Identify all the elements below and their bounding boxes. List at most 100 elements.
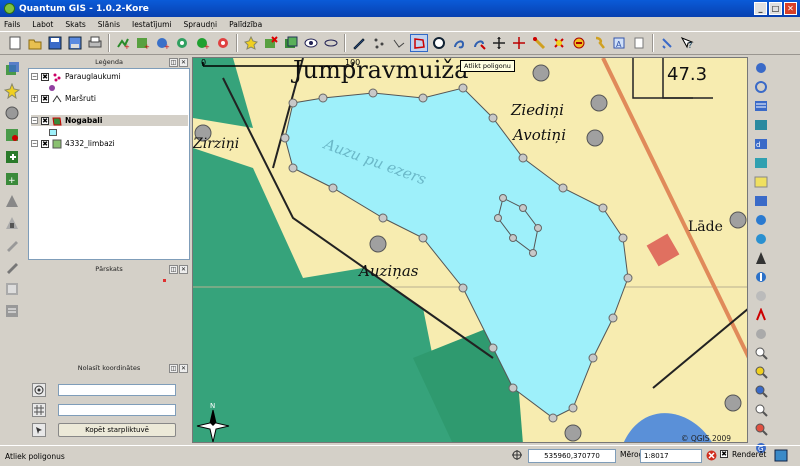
expand-icon[interactable]: + — [31, 95, 38, 102]
coord-toggle-icon[interactable] — [511, 449, 523, 461]
plugin-l-icon[interactable] — [752, 269, 770, 285]
plugin-g-icon[interactable] — [752, 174, 770, 190]
plugin-a-icon[interactable] — [752, 60, 770, 76]
plugin-f-icon[interactable] — [752, 155, 770, 171]
add-ring-icon[interactable] — [490, 34, 508, 52]
legend-layer-marsruti[interactable]: + ✖ Maršruti — [31, 93, 96, 104]
expand-icon[interactable]: − — [31, 73, 38, 80]
coordinate-display[interactable]: 535960,370770 — [528, 449, 616, 463]
legend-float-button[interactable]: ◫ — [169, 58, 178, 67]
menu-edit[interactable]: Labot — [32, 20, 53, 29]
identify-icon[interactable]: A — [610, 34, 628, 52]
layer-checkbox[interactable]: ✖ — [41, 116, 49, 125]
measure-icon[interactable] — [658, 34, 676, 52]
plugin-s-icon[interactable] — [752, 421, 770, 437]
open-project-icon[interactable] — [26, 34, 44, 52]
plugin-p-icon[interactable] — [752, 364, 770, 380]
add-postgis-layer-icon[interactable] — [3, 104, 21, 122]
split-feature-icon[interactable] — [450, 34, 468, 52]
new-project-icon[interactable] — [6, 34, 24, 52]
add-wfs-icon[interactable] — [3, 214, 21, 232]
expand-icon[interactable]: − — [31, 140, 38, 147]
plugin-m-icon[interactable] — [752, 288, 770, 304]
coord-float-button[interactable]: ◫ — [169, 364, 178, 373]
plugin-b-icon[interactable] — [752, 79, 770, 95]
plugin-r-icon[interactable] — [752, 402, 770, 418]
overview-float-button[interactable]: ◫ — [169, 265, 178, 274]
capture-polygon-icon[interactable] — [410, 34, 428, 52]
menu-help[interactable]: Palīdzība — [229, 20, 262, 29]
map-svg[interactable]: Jumpravmuiža Ziediņi Avotiņi Auzu pu eze… — [193, 58, 748, 443]
menu-settings[interactable]: Iestatījumi — [132, 20, 172, 29]
capture-pointer-icon[interactable] — [32, 423, 46, 437]
add-spatialite-icon[interactable] — [3, 192, 21, 210]
zoom-in-icon[interactable] — [550, 34, 568, 52]
crs-icon[interactable] — [32, 383, 46, 397]
coord-field-2[interactable] — [58, 404, 176, 416]
save-project-icon[interactable] — [46, 34, 64, 52]
layer-properties-icon[interactable] — [3, 302, 21, 320]
plugin-e-icon[interactable]: d — [752, 136, 770, 152]
overview-close-button[interactable]: ✕ — [179, 265, 188, 274]
projection-icon[interactable] — [774, 449, 788, 462]
legend-tree[interactable]: − ✖ Paraugl­aukumi + ✖ Maršruti − ✖ Noga… — [28, 68, 190, 260]
plugin-j-icon[interactable] — [752, 231, 770, 247]
map-canvas[interactable]: Jumpravmuiža Ziediņi Avotiņi Auzu pu eze… — [192, 57, 748, 443]
render-checkbox[interactable]: ✖ — [720, 450, 728, 458]
pan-icon[interactable] — [530, 34, 548, 52]
show-all-icon[interactable] — [282, 34, 300, 52]
layer-checkbox[interactable]: ✖ — [41, 94, 49, 103]
add-wms-layer-icon[interactable] — [3, 126, 21, 144]
plugin-k-icon[interactable] — [752, 250, 770, 266]
add-to-overview-icon[interactable] — [242, 34, 260, 52]
select-icon[interactable] — [630, 34, 648, 52]
add-vector-layer-icon[interactable] — [3, 60, 21, 78]
move-feature-icon[interactable] — [430, 34, 448, 52]
remove-layer-icon[interactable] — [262, 34, 280, 52]
expand-icon[interactable]: − — [31, 117, 38, 124]
scale-input[interactable]: 1:8017 — [640, 449, 702, 463]
grid-icon[interactable] — [32, 403, 46, 417]
legend-close-button[interactable]: ✕ — [179, 58, 188, 67]
add-delimited-text-icon[interactable]: + — [3, 170, 21, 188]
maximize-button[interactable]: □ — [769, 2, 782, 15]
menu-layer[interactable]: Slānis — [98, 20, 120, 29]
close-button[interactable]: ✕ — [784, 2, 797, 15]
menu-file[interactable]: Fails — [4, 20, 20, 29]
add-raster-layer-icon[interactable] — [3, 82, 21, 100]
digitize-tool-icon[interactable] — [3, 258, 21, 276]
hide-all-icon[interactable] — [302, 34, 320, 52]
layer-checkbox[interactable]: ✖ — [41, 72, 49, 81]
layer-checkbox[interactable]: ✖ — [41, 139, 49, 148]
legend-layer-4332-limbazi[interactable]: − ✖ 4332_limbazi — [31, 138, 115, 149]
plugin-c-icon[interactable] — [752, 98, 770, 114]
plugin-q-icon[interactable] — [752, 383, 770, 399]
plugin-d-icon[interactable] — [752, 117, 770, 133]
add-vector-icon[interactable]: + — [114, 34, 132, 52]
stop-render-icon[interactable] — [706, 450, 717, 461]
eye-icon[interactable] — [322, 34, 340, 52]
capture-line-icon[interactable] — [390, 34, 408, 52]
legend-layer-parauglaukumi[interactable]: − ✖ Paraugl­aukumi — [31, 71, 121, 82]
add-postgis-icon[interactable]: + — [154, 34, 172, 52]
legend-layer-nogabali[interactable]: − ✖ Nogabali — [31, 115, 188, 126]
coord-close-button[interactable]: ✕ — [179, 364, 188, 373]
add-raster-icon[interactable]: + — [134, 34, 152, 52]
new-vector-icon[interactable] — [214, 34, 232, 52]
menu-plugins[interactable]: Spraudņi — [184, 20, 218, 29]
zoom-full-icon[interactable] — [590, 34, 608, 52]
minimize-button[interactable]: _ — [754, 2, 767, 15]
plugin-i-icon[interactable] — [752, 212, 770, 228]
copy-to-clipboard-button[interactable]: Kopēt starpliktuvē — [58, 423, 176, 437]
add-wms-icon[interactable] — [174, 34, 192, 52]
toggle-editing-icon[interactable] — [350, 34, 368, 52]
menu-view[interactable]: Skats — [65, 20, 85, 29]
zoom-out-icon[interactable] — [570, 34, 588, 52]
delete-feature-icon[interactable] — [470, 34, 488, 52]
coord-field-1[interactable] — [58, 384, 176, 396]
attribute-table-icon[interactable] — [3, 280, 21, 298]
plugin-o-icon[interactable] — [752, 345, 770, 361]
add-layer-icon[interactable]: + — [194, 34, 212, 52]
plugin-h-icon[interactable] — [752, 193, 770, 209]
print-icon[interactable] — [86, 34, 104, 52]
